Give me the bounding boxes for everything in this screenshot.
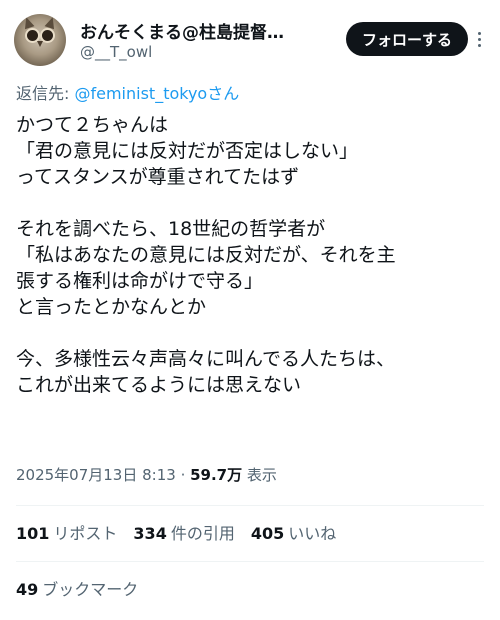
likes-count: 405 bbox=[250, 524, 285, 543]
tweet-line: ってスタンスが尊重されてたはず bbox=[16, 166, 300, 188]
tweet-line: これが出来てるようには思えない bbox=[16, 374, 302, 396]
reply-mention-suffix[interactable]: さん bbox=[207, 84, 239, 103]
tweet-line: それを調べたら、18世紀の哲学者が bbox=[16, 218, 326, 240]
tweet-line: 今、多様性云々声高々に叫んでる人たちは、 bbox=[16, 348, 396, 370]
quotes-stat[interactable]: 334 件の引用 bbox=[133, 520, 234, 544]
follow-button[interactable]: フォローする bbox=[345, 22, 468, 56]
reposts-stat[interactable]: 101 リポスト bbox=[16, 520, 117, 544]
tweet-meta: 2025年07月13日 8:13 · 59.7万 表示 bbox=[16, 464, 277, 485]
views-label: 表示 bbox=[242, 466, 277, 484]
divider bbox=[16, 561, 484, 562]
views-count: 59.7万 bbox=[190, 466, 243, 484]
more-dot bbox=[477, 37, 481, 41]
tweet-timestamp[interactable]: 2025年07月13日 8:13 · bbox=[16, 466, 190, 484]
tweet-line: 張する権利は命がけで守る」 bbox=[16, 270, 264, 292]
author-display-name[interactable]: おんそくまる@柱島提督… bbox=[80, 18, 284, 43]
avatar[interactable] bbox=[14, 14, 66, 66]
bookmarks-stat[interactable]: 49 ブックマーク bbox=[16, 576, 138, 600]
engagement-stats: 101 リポスト 334 件の引用 405 いいね bbox=[16, 520, 336, 544]
tweet-line: かつて２ちゃんは bbox=[16, 114, 169, 136]
author-handle[interactable]: @__T_owl bbox=[80, 43, 152, 61]
bookmarks-count: 49 bbox=[16, 580, 39, 599]
reply-mention-link[interactable]: @feminist_tokyo bbox=[74, 84, 207, 103]
tweet-text: かつて２ちゃんは「君の意見には反対だが否定はしない」 ってスタンスが尊重されてたは… bbox=[16, 112, 486, 398]
more-dot bbox=[477, 31, 481, 35]
quotes-count: 334 bbox=[133, 524, 167, 543]
reply-to-line: 返信先: @feminist_tokyoさん bbox=[16, 80, 239, 104]
divider bbox=[16, 505, 484, 506]
owl-beak bbox=[37, 41, 43, 47]
reply-to-prefix: 返信先: bbox=[16, 84, 75, 103]
reposts-label: リポスト bbox=[53, 524, 118, 543]
tweet-line: と言ったとかなんとか bbox=[16, 296, 207, 318]
more-dot bbox=[477, 43, 481, 47]
likes-stat[interactable]: 405 いいね bbox=[251, 520, 336, 544]
owl-eye-right bbox=[42, 30, 53, 41]
owl-eye-left bbox=[27, 30, 38, 41]
bookmarks-label: ブックマーク bbox=[42, 580, 139, 599]
likes-label: いいね bbox=[288, 524, 337, 543]
owl-ear-right bbox=[44, 15, 58, 30]
tweet-line: 「私はあなたの意見には反対だが、それを主 bbox=[16, 244, 396, 266]
quotes-label: 件の引用 bbox=[170, 524, 235, 543]
tweet-line: 「君の意見には反対だが否定はしない」 bbox=[16, 140, 359, 162]
tweet-header: おんそくまる@柱島提督… @__T_owl フォローする bbox=[14, 14, 486, 66]
more-icon[interactable] bbox=[470, 26, 488, 52]
owl-ear-left bbox=[21, 15, 35, 30]
reposts-count: 101 bbox=[16, 524, 50, 543]
